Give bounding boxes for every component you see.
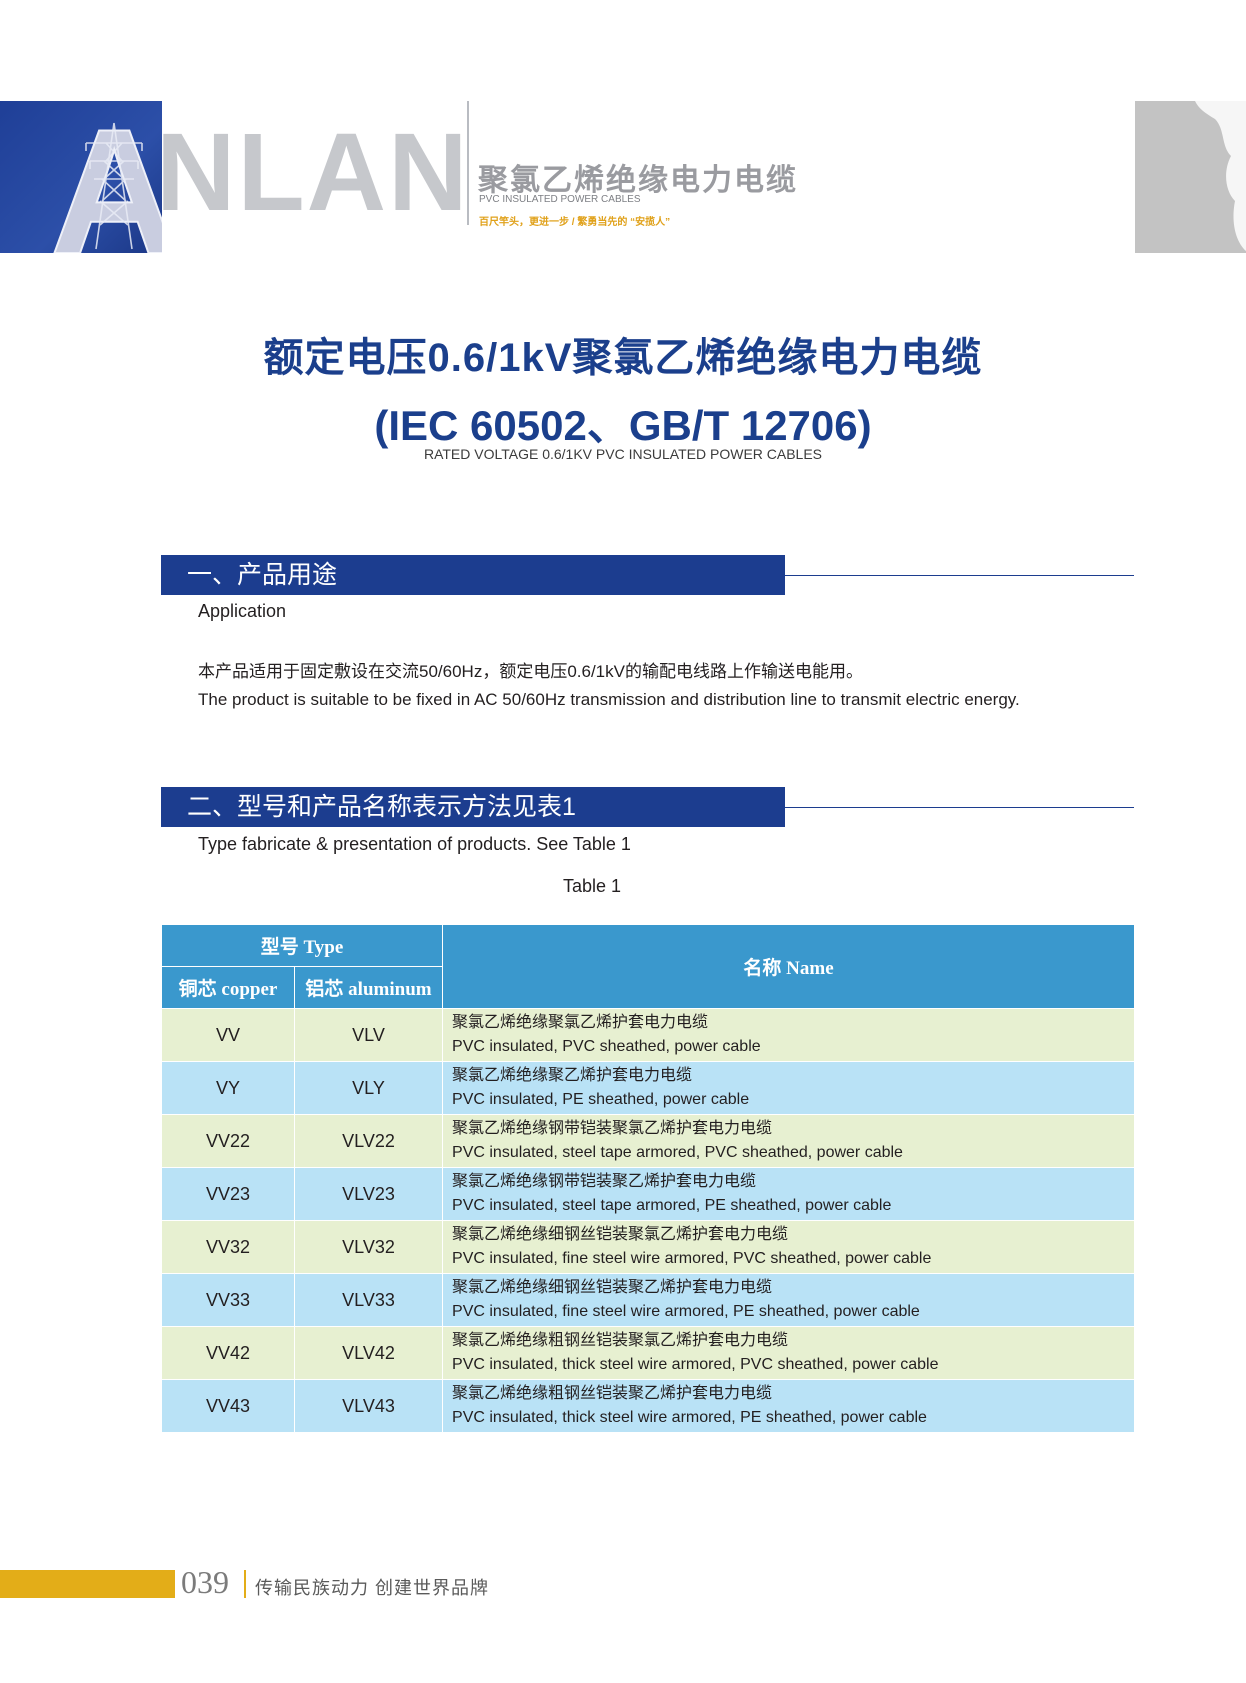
cell-aluminum-model: VLV33 (293, 1273, 444, 1327)
product-name-cn: 聚氯乙烯绝缘钢带铠装聚氯乙烯护套电力电缆 (452, 1120, 773, 1137)
cell-aluminum-model: VLV32 (293, 1220, 444, 1274)
cable-type-table: 型号 Type 名称 Name 铜芯 copper 铝芯 aluminum VV… (160, 924, 1136, 1433)
header-aluminum: 铝芯 aluminum (293, 966, 444, 1009)
section-rule (785, 807, 1134, 808)
page-title: 额定电压0.6/1kV聚氯乙烯绝缘电力电缆 (263, 336, 983, 380)
section-heading-types: 二、型号和产品名称表示方法见表1 (161, 787, 785, 827)
table-row: VY VLY 聚氯乙烯绝缘聚乙烯护套电力电缆 PVC insulated, PE sh… (161, 1061, 1136, 1115)
cell-copper-model: VV43 (161, 1379, 295, 1433)
section-rule (785, 575, 1134, 576)
cell-copper-model: VV (161, 1008, 295, 1062)
product-name-cn: 聚氯乙烯绝缘细钢丝铠装聚乙烯护套电力电缆 (452, 1279, 773, 1296)
header-copper: 铜芯 copper (161, 966, 295, 1009)
cell-aluminum-model: VLV (293, 1008, 444, 1062)
product-name-en: PVC insulated, fine steel wire armored, … (452, 1250, 932, 1267)
product-name-cn: 聚氯乙烯绝缘聚乙烯护套电力电缆 (452, 1067, 693, 1084)
product-name-en: PVC insulated, steel tape armored, PVC s… (452, 1144, 903, 1161)
cell-aluminum-model: VLV43 (293, 1379, 444, 1433)
page-title-standards: (IEC 60502、GB/T 12706) (374, 402, 872, 449)
cell-product-name: 聚氯乙烯绝缘聚氯乙烯护套电力电缆 PVC insulated, PVC sheat… (442, 1008, 1136, 1062)
cell-product-name: 聚氯乙烯绝缘粗钢丝铠装聚乙烯护套电力电缆 PVC insulated, thick… (442, 1379, 1136, 1433)
header-type: 型号 Type (160, 924, 444, 967)
product-name-en: PVC insulated, thick steel wire armored,… (452, 1356, 939, 1373)
cell-product-name: 聚氯乙烯绝缘钢带铠装聚氯乙烯护套电力电缆 PVC insulated, steel… (442, 1114, 1136, 1168)
cell-copper-model: VV32 (161, 1220, 295, 1274)
cell-copper-model: VV22 (161, 1114, 295, 1168)
cell-copper-model: VV33 (161, 1273, 295, 1327)
table-row: VV33 VLV33 聚氯乙烯绝缘细钢丝铠装聚乙烯护套电力电缆 PVC insulat… (161, 1273, 1136, 1327)
section-subtitle-application: Application (198, 601, 287, 621)
footer-divider (244, 1570, 246, 1598)
cell-aluminum-model: VLV22 (293, 1114, 444, 1168)
mountain-silhouette-icon (1195, 101, 1246, 251)
power-tower-icon (85, 122, 143, 250)
product-name-cn: 聚氯乙烯绝缘钢带铠装聚乙烯护套电力电缆 (452, 1173, 757, 1190)
product-name-cn: 聚氯乙烯绝缘粗钢丝铠装聚乙烯护套电力电缆 (452, 1385, 773, 1402)
table-row: VV43 VLV43 聚氯乙烯绝缘粗钢丝铠装聚乙烯护套电力电缆 PVC insulat… (161, 1379, 1136, 1433)
cell-aluminum-model: VLY (293, 1061, 444, 1115)
table-caption: Table 1 (562, 876, 622, 896)
cell-copper-model: VV23 (161, 1167, 295, 1221)
section-subtitle-types: Type fabricate & presentation of product… (198, 834, 631, 854)
product-name-en: PVC insulated, PE sheathed, power cable (452, 1091, 750, 1108)
cell-product-name: 聚氯乙烯绝缘细钢丝铠装聚氯乙烯护套电力电缆 PVC insulated, fine… (442, 1220, 1136, 1274)
cell-product-name: 聚氯乙烯绝缘细钢丝铠装聚乙烯护套电力电缆 PVC insulated, fine … (442, 1273, 1136, 1327)
logo-wordmark: NLAN (156, 111, 470, 234)
header-corner-decoration (1135, 101, 1246, 253)
cell-product-name: 聚氯乙烯绝缘聚乙烯护套电力电缆 PVC insulated, PE sheathe… (442, 1061, 1136, 1115)
page-number: 039 (181, 1564, 229, 1600)
application-text-en: The product is suitable to be fixed in A… (198, 690, 1020, 709)
table-row: VV32 VLV32 聚氯乙烯绝缘细钢丝铠装聚氯乙烯护套电力电缆 PVC insula… (161, 1220, 1136, 1274)
table-row: VV42 VLV42 聚氯乙烯绝缘粗钢丝铠装聚氯乙烯护套电力电缆 PVC insula… (161, 1326, 1136, 1380)
product-name-en: PVC insulated, steel tape armored, PE sh… (452, 1197, 892, 1214)
product-name-cn: 聚氯乙烯绝缘细钢丝铠装聚氯乙烯护套电力电缆 (452, 1226, 789, 1243)
product-name-en: PVC insulated, PVC sheathed, power cable (452, 1038, 761, 1055)
header-product-title: 聚氯乙烯绝缘电力电缆 (478, 164, 798, 197)
logo-mark: A (0, 101, 162, 253)
application-text-cn: 本产品适用于固定敷设在交流50/60Hz，额定电压0.6/1kV的输配电线路上作… (198, 662, 863, 681)
footer-accent-bar (0, 1570, 175, 1598)
header-product-subtitle: PVC INSULATED POWER CABLES (479, 194, 641, 205)
cell-aluminum-model: VLV23 (293, 1167, 444, 1221)
table-row: VV22 VLV22 聚氯乙烯绝缘钢带铠装聚氯乙烯护套电力电缆 PVC insulat… (161, 1114, 1136, 1168)
cell-aluminum-model: VLV42 (293, 1326, 444, 1380)
cell-product-name: 聚氯乙烯绝缘钢带铠装聚乙烯护套电力电缆 PVC insulated, steel … (442, 1167, 1136, 1221)
header-name: 名称 Name (442, 924, 1136, 1009)
cell-product-name: 聚氯乙烯绝缘粗钢丝铠装聚氯乙烯护套电力电缆 PVC insulated, thic… (442, 1326, 1136, 1380)
footer-slogan: 传输民族动力 创建世界品牌 (255, 1578, 489, 1598)
page-subtitle: RATED VOLTAGE 0.6/1KV PVC INSULATED POWE… (423, 446, 823, 462)
table-row: VV23 VLV23 聚氯乙烯绝缘钢带铠装聚乙烯护套电力电缆 PVC insulate… (161, 1167, 1136, 1221)
section-heading-application: 一、产品用途 (161, 555, 785, 595)
header-divider (467, 101, 469, 225)
product-name-en: PVC insulated, fine steel wire armored, … (452, 1303, 920, 1320)
product-name-cn: 聚氯乙烯绝缘聚氯乙烯护套电力电缆 (452, 1014, 709, 1031)
product-name-cn: 聚氯乙烯绝缘粗钢丝铠装聚氯乙烯护套电力电缆 (452, 1332, 789, 1349)
cell-copper-model: VY (161, 1061, 295, 1115)
table-row: VV VLV 聚氯乙烯绝缘聚氯乙烯护套电力电缆 PVC insulated, PVC … (161, 1008, 1136, 1062)
product-name-en: PVC insulated, thick steel wire armored,… (452, 1409, 927, 1426)
header-slogan: 百尺竿头，更进一步 / 繁勇当先的 “安揽人” (479, 217, 671, 228)
cell-copper-model: VV42 (161, 1326, 295, 1380)
